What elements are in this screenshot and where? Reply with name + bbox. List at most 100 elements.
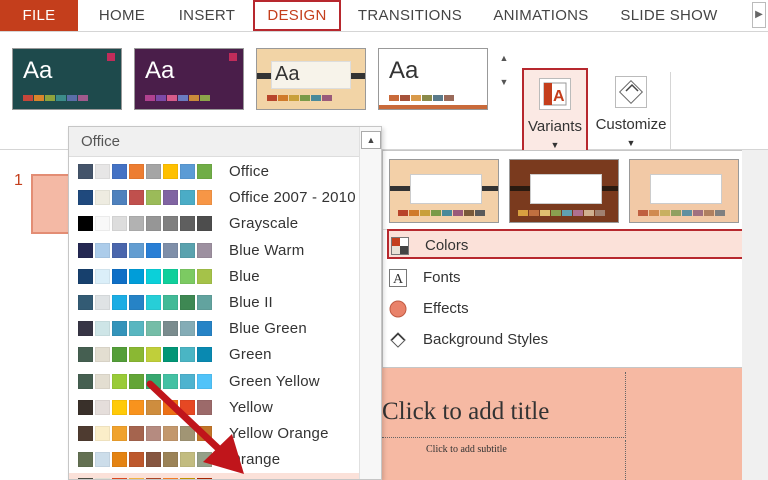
color-scheme-item[interactable]: Orange (69, 447, 359, 473)
tab-file[interactable]: FILE (0, 0, 78, 31)
color-scheme-item[interactable]: Grayscale (69, 211, 359, 237)
theme-sample-text: Aa (389, 57, 419, 84)
tab-transitions[interactable]: TRANSITIONS (354, 0, 466, 31)
color-scheme-swatches (78, 426, 212, 441)
color-swatch (112, 216, 127, 232)
theme-swatches (145, 95, 210, 101)
variant-thumbnail-2[interactable] (509, 159, 619, 223)
variant-thumbnail-3[interactable] (629, 159, 739, 223)
scroll-up-icon[interactable]: ▲ (361, 131, 381, 149)
color-swatch (78, 164, 93, 179)
color-swatch (180, 347, 195, 363)
theme-swatches (389, 95, 454, 101)
tab-insert[interactable]: INSERT (170, 0, 244, 31)
subtitle-placeholder[interactable]: Click to add subtitle (422, 440, 626, 480)
variant-thumbnail-1[interactable] (389, 159, 499, 223)
color-scheme-item[interactable]: Blue (69, 264, 359, 290)
color-scheme-item[interactable]: Yellow (69, 395, 359, 421)
tab-home[interactable]: HOME (90, 0, 154, 31)
menu-fonts[interactable]: A Fonts ▶ (387, 263, 765, 293)
menu-background-styles[interactable]: Background Styles ▶ (387, 325, 765, 355)
color-scheme-swatches (78, 373, 212, 389)
theme-thumbnail-2[interactable]: Aa (134, 48, 244, 110)
color-swatch (112, 373, 127, 389)
theme-thumbnail-1[interactable]: Aa (12, 48, 122, 110)
title-placeholder-text: Click to add title (382, 398, 550, 425)
color-scheme-item[interactable]: Green Yellow (69, 369, 359, 395)
tab-design[interactable]: DESIGN (253, 0, 341, 31)
theme-swatches (267, 95, 332, 101)
color-swatch (112, 347, 127, 363)
color-scheme-item[interactable]: Office (69, 159, 359, 185)
color-swatch (112, 268, 127, 284)
color-swatch (78, 347, 93, 363)
color-swatch (180, 373, 195, 389)
fonts-icon: A (389, 269, 407, 287)
effects-icon (389, 300, 407, 318)
color-swatch (163, 216, 178, 232)
title-placeholder[interactable]: Click to add title (382, 372, 626, 438)
color-swatch (163, 295, 178, 310)
color-swatch (146, 452, 161, 468)
color-swatch (197, 190, 212, 206)
color-swatch (163, 426, 178, 441)
menu-effects[interactable]: Effects ▶ (387, 294, 765, 324)
color-scheme-item[interactable]: Orange Red (69, 473, 359, 479)
color-scheme-item[interactable]: Blue Green (69, 316, 359, 342)
color-scheme-name: Blue (229, 267, 260, 285)
color-swatch (163, 242, 178, 258)
color-scheme-item[interactable]: Yellow Orange (69, 421, 359, 447)
color-swatch (146, 399, 161, 415)
color-swatch (197, 321, 212, 337)
color-swatch (163, 190, 178, 206)
tab-slide-show[interactable]: SLIDE SHOW (614, 0, 724, 31)
color-swatch (112, 295, 127, 310)
color-scheme-name: Blue Warm (229, 241, 305, 259)
color-scheme-item[interactable]: Blue Warm (69, 238, 359, 264)
color-swatch (78, 295, 93, 310)
color-swatch (112, 399, 127, 415)
color-swatch (180, 321, 195, 337)
color-swatch (197, 268, 212, 284)
color-scheme-swatches (78, 452, 212, 468)
color-scheme-name: Office 2007 - 2010 (229, 189, 356, 207)
color-scheme-item[interactable]: Green (69, 342, 359, 368)
color-scheme-item[interactable]: Office 2007 - 2010 (69, 185, 359, 211)
colors-dropdown: Office ▲ Office Office 2007 - 2010 Graysca… (68, 126, 382, 480)
colors-scrollbar[interactable]: ▲ (359, 127, 381, 479)
color-scheme-swatches (78, 295, 212, 310)
color-swatch (197, 399, 212, 415)
theme-sample-text: Aa (275, 63, 300, 85)
color-swatch (112, 426, 127, 441)
color-swatch (180, 268, 195, 284)
color-swatch (95, 216, 110, 232)
theme-thumbnail-3[interactable]: Aa (256, 48, 366, 110)
color-swatch (95, 452, 110, 468)
gallery-scroll-down-icon[interactable]: ▼ (495, 70, 513, 94)
color-swatch (146, 242, 161, 258)
color-swatch (129, 190, 144, 206)
svg-text:A: A (553, 88, 565, 105)
color-swatch (146, 164, 161, 179)
color-swatch (78, 242, 93, 258)
color-swatch (197, 452, 212, 468)
color-swatch (146, 373, 161, 389)
color-swatch (146, 268, 161, 284)
editor-background (742, 150, 768, 480)
color-scheme-name: Blue Green (229, 320, 307, 338)
tab-scroll-right-icon[interactable]: ▶ (752, 2, 766, 28)
color-swatch (180, 426, 195, 441)
color-scheme-item[interactable]: Blue II (69, 290, 359, 316)
color-swatch (146, 216, 161, 232)
color-swatch (129, 295, 144, 310)
color-swatch (95, 321, 110, 337)
theme-thumbnail-4[interactable]: Aa (378, 48, 488, 110)
tab-animations[interactable]: ANIMATIONS (486, 0, 596, 31)
color-swatch (78, 321, 93, 337)
menu-colors[interactable]: Colors ▶ (387, 229, 765, 259)
color-swatch (95, 426, 110, 441)
color-scheme-swatches (78, 190, 212, 206)
theme-accent-mark (229, 53, 237, 61)
gallery-scroll-up-icon[interactable]: ▲ (495, 46, 513, 70)
color-swatch (95, 164, 110, 179)
